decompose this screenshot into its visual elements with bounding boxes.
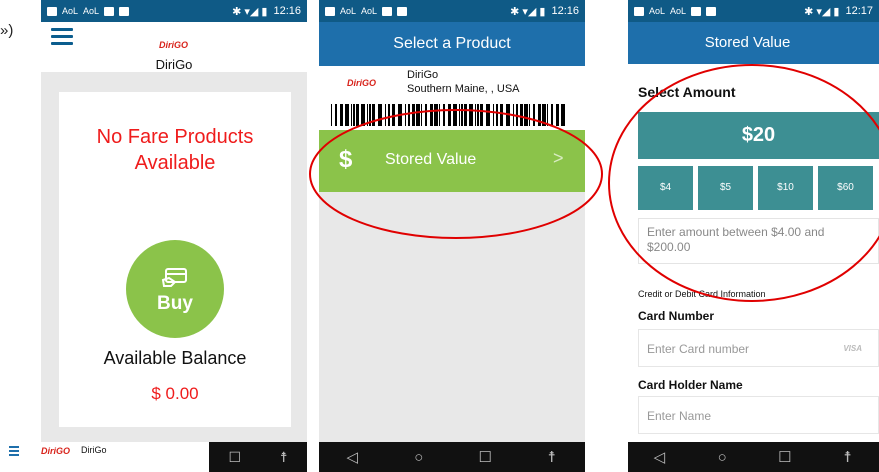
annotation-ellipse-stored-value <box>309 109 603 239</box>
annotation-overlay <box>309 64 879 302</box>
annotation-ellipse-amounts <box>608 64 879 302</box>
